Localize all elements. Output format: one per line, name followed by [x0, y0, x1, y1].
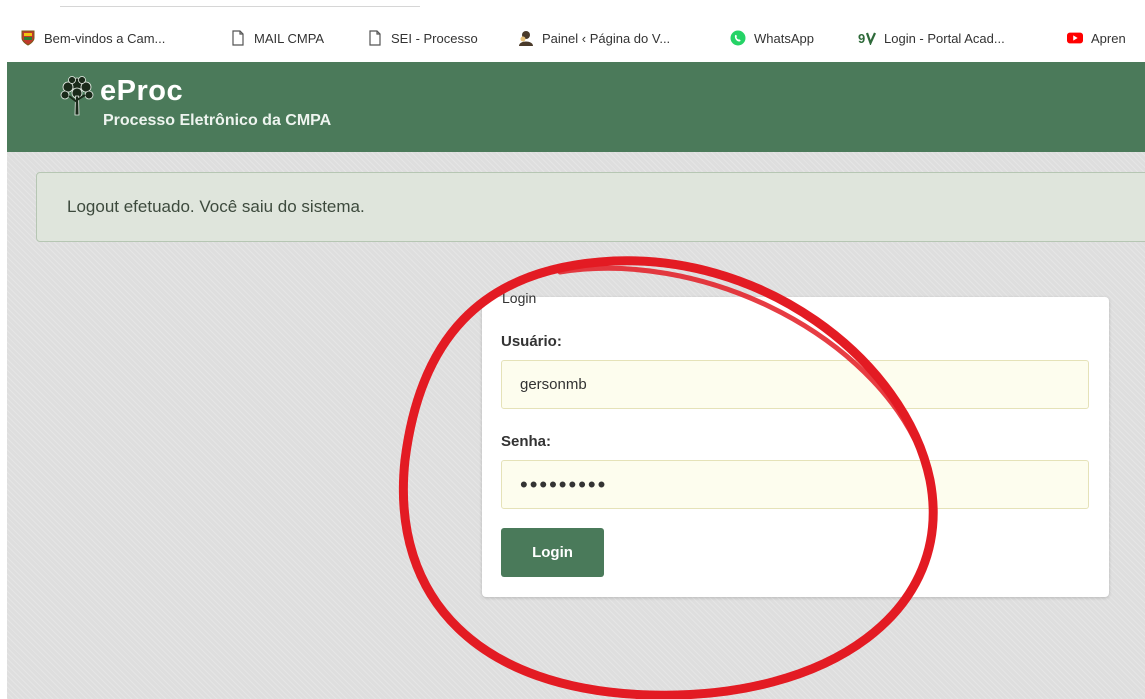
bookmark-label: WhatsApp [754, 30, 814, 46]
app-title: eProc [100, 75, 184, 107]
password-label: Senha: [501, 433, 552, 450]
bookmark-bem-vindos[interactable]: Bem-vindos a Cam... [20, 26, 165, 50]
bookmark-label: Bem-vindos a Cam... [44, 30, 166, 46]
form-legend: Login [502, 290, 537, 306]
bookmark-portal-academico[interactable]: 9 Login - Portal Acad... [858, 26, 1005, 50]
login-form: Login Usuário: Senha: Login [482, 290, 1109, 597]
app-header: eProc Processo Eletrônico da CMPA [7, 62, 1145, 152]
page-icon [367, 30, 383, 46]
bookmark-label: Login - Portal Acad... [884, 30, 1005, 46]
alert-message: Logout efetuado. Você saiu do sistema. [67, 197, 365, 216]
logout-alert: Logout efetuado. Você saiu do sistema. [36, 172, 1145, 242]
youtube-icon [1067, 30, 1083, 46]
crest-icon [20, 30, 36, 46]
bookmark-label: Apren [1091, 30, 1126, 46]
bookmark-label: Painel ‹ Página do V... [542, 30, 671, 46]
bookmarks-bar: Bem-vindos a Cam... MAIL CMPA SEI - Proc… [0, 0, 1145, 62]
gv-icon: 9 [858, 30, 876, 46]
username-label: Usuário: [501, 333, 562, 350]
content-area: Logout efetuado. Você saiu do sistema. L… [7, 152, 1145, 699]
bookmark-whatsapp[interactable]: WhatsApp [730, 26, 814, 50]
bookmark-label: SEI - Processo [391, 30, 478, 46]
page-icon [230, 30, 246, 46]
app-subtitle: Processo Eletrônico da CMPA [103, 112, 332, 129]
tree-logo-icon [59, 74, 95, 116]
bookmark-aprender[interactable]: Apren [1067, 26, 1126, 50]
password-input[interactable] [501, 460, 1089, 509]
bookmark-painel[interactable]: Painel ‹ Página do V... [518, 26, 670, 50]
svg-text:9: 9 [858, 31, 865, 45]
address-bar-edge [60, 0, 420, 7]
username-input[interactable] [501, 360, 1089, 409]
person-icon [518, 30, 534, 46]
bookmark-mail-cmpa[interactable]: MAIL CMPA [230, 26, 324, 50]
login-button[interactable]: Login [501, 528, 604, 577]
whatsapp-icon [730, 30, 746, 46]
bookmark-sei-processo[interactable]: SEI - Processo [367, 26, 478, 50]
screen: Bem-vindos a Cam... MAIL CMPA SEI - Proc… [0, 0, 1145, 699]
bookmark-label: MAIL CMPA [254, 30, 325, 46]
